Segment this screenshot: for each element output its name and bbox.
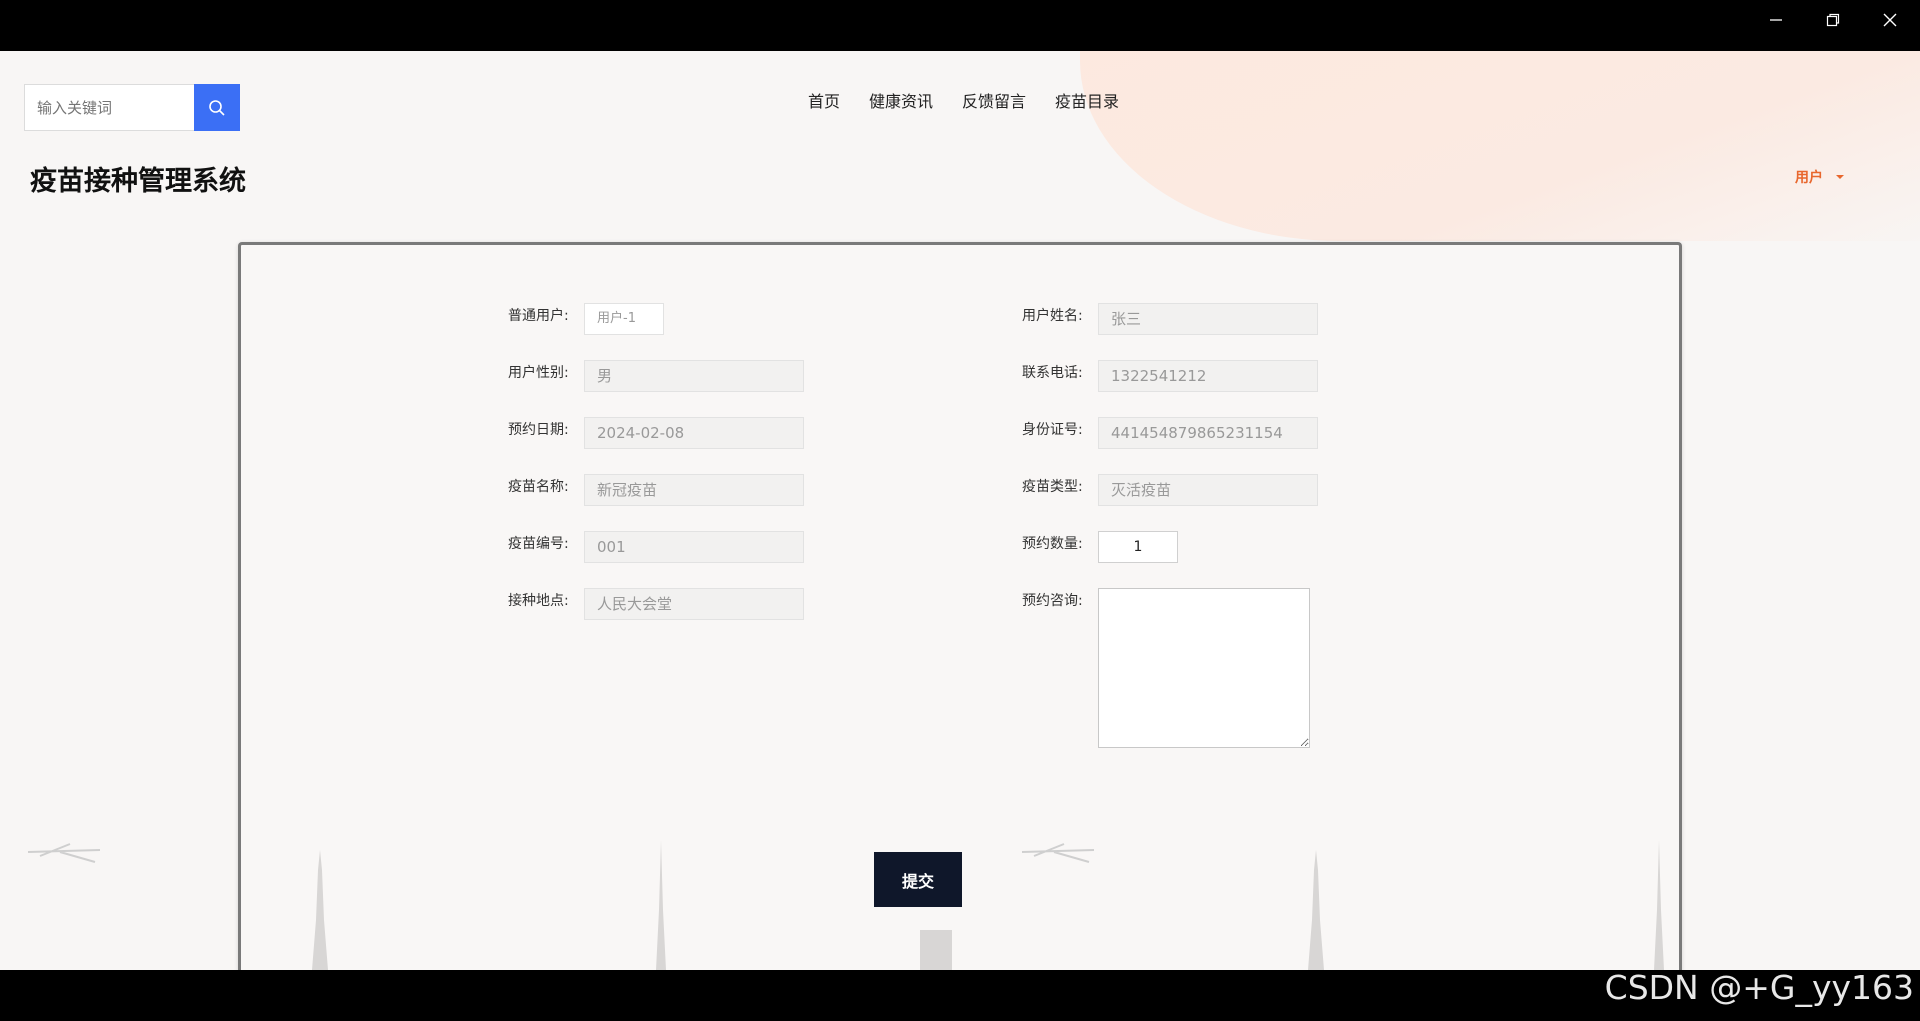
appointment-date-input[interactable]: 2024-02-08 [584, 417, 804, 449]
field-user-account: 普通用户: 用户-1 [508, 303, 664, 335]
search-input[interactable] [24, 84, 194, 131]
field-label: 用户性别: [508, 365, 569, 381]
field-label: 疫苗编号: [508, 536, 569, 552]
field-gender: 用户性别: 男 [508, 360, 804, 392]
nav-item-health-news[interactable]: 健康资讯 [869, 91, 933, 113]
field-vaccine-code: 疫苗编号: 001 [508, 531, 804, 563]
field-label: 用户姓名: [1022, 308, 1083, 324]
watermark-text: CSDN @+G_yy163 [1604, 968, 1914, 1007]
quantity-input[interactable]: 1 [1098, 531, 1178, 563]
close-icon[interactable] [1870, 8, 1910, 32]
search-bar [24, 84, 240, 131]
user-name-input[interactable]: 张三 [1098, 303, 1318, 335]
field-location: 接种地点: 人民大会堂 [508, 588, 804, 620]
field-label: 疫苗类型: [1022, 479, 1083, 495]
gender-input[interactable]: 男 [584, 360, 804, 392]
phone-input[interactable]: 1322541212 [1098, 360, 1318, 392]
field-label: 普通用户: [508, 308, 569, 324]
appointment-form: 普通用户: 用户-1 用户性别: 男 预约日期: 2024-02-08 疫苗名称… [238, 242, 1682, 970]
field-label: 预约咨询: [1022, 593, 1083, 609]
location-input[interactable]: 人民大会堂 [584, 588, 804, 620]
user-menu-label: 用户 [1795, 170, 1823, 186]
caret-down-icon [1836, 175, 1844, 179]
nav-item-feedback[interactable]: 反馈留言 [962, 91, 1026, 113]
nav-item-vaccine-catalog[interactable]: 疫苗目录 [1055, 91, 1119, 113]
field-user-name: 用户姓名: 张三 [1022, 303, 1318, 335]
field-label: 疫苗名称: [508, 479, 569, 495]
page-title: 疫苗接种管理系统 [30, 166, 246, 197]
user-account-input[interactable]: 用户-1 [584, 303, 664, 335]
user-menu[interactable]: 用户 [1795, 167, 1845, 187]
field-label: 联系电话: [1022, 365, 1083, 381]
minimize-icon[interactable] [1756, 8, 1796, 32]
vaccine-type-input[interactable]: 灭活疫苗 [1098, 474, 1318, 506]
search-button[interactable] [194, 84, 240, 131]
consultation-textarea[interactable] [1098, 588, 1310, 748]
field-label: 预约日期: [508, 422, 569, 438]
field-label: 身份证号: [1022, 422, 1083, 438]
id-number-input[interactable]: 441454879865231154 [1098, 417, 1318, 449]
restore-icon[interactable] [1813, 8, 1853, 32]
field-quantity: 预约数量: 1 [1022, 531, 1178, 563]
field-appointment-date: 预约日期: 2024-02-08 [508, 417, 804, 449]
field-phone: 联系电话: 1322541212 [1022, 360, 1318, 392]
nav-item-home[interactable]: 首页 [808, 91, 840, 113]
site-header: 首页 健康资讯 反馈留言 疫苗目录 疫苗接种管理系统 用户 [0, 51, 1920, 197]
field-vaccine-name: 疫苗名称: 新冠疫苗 [508, 474, 804, 506]
field-consultation: 预约咨询: [1022, 588, 1310, 748]
field-label: 接种地点: [508, 593, 569, 609]
window-titlebar [0, 0, 1920, 51]
page-content: 首页 健康资讯 反馈留言 疫苗目录 疫苗接种管理系统 用户 普通用户: 用户-1… [0, 51, 1920, 970]
field-label: 预约数量: [1022, 536, 1083, 552]
field-vaccine-type: 疫苗类型: 灭活疫苗 [1022, 474, 1318, 506]
submit-button[interactable]: 提交 [874, 852, 962, 907]
vaccine-name-input[interactable]: 新冠疫苗 [584, 474, 804, 506]
search-icon [209, 99, 225, 116]
field-id-number: 身份证号: 441454879865231154 [1022, 417, 1318, 449]
main-nav: 首页 健康资讯 反馈留言 疫苗目录 [808, 91, 1119, 113]
vaccine-code-input[interactable]: 001 [584, 531, 804, 563]
